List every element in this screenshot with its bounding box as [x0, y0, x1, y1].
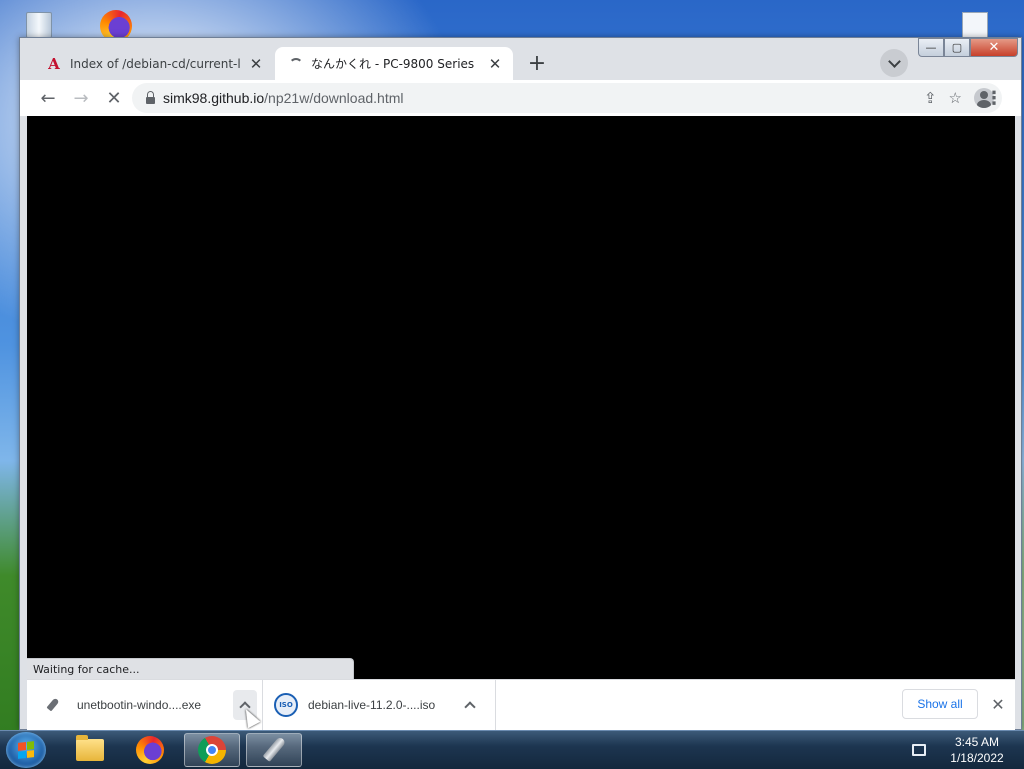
unetbootin-rocket-icon [45, 697, 61, 713]
iso-disc-icon: ISO [274, 693, 298, 717]
taskbar-chrome[interactable] [184, 733, 240, 767]
windows-logo-icon [18, 741, 34, 759]
back-button[interactable]: ← [34, 84, 62, 112]
url-host: simk98.github.io [163, 90, 265, 106]
tab-title: Index of /debian-cd/current-live [70, 56, 240, 71]
taskbar-file-explorer[interactable] [62, 733, 118, 767]
show-all-downloads-button[interactable]: Show all [902, 689, 978, 719]
new-tab-button[interactable]: + [523, 49, 551, 77]
tab-close-icon[interactable]: ✕ [248, 55, 264, 73]
download-options-button[interactable] [458, 690, 482, 720]
status-bubble: Waiting for cache... [27, 658, 354, 679]
tab-debian-index[interactable]: A Index of /debian-cd/current-live ✕ [34, 47, 274, 80]
lock-icon[interactable] [146, 90, 155, 104]
minimize-button[interactable]: — [918, 38, 944, 57]
debian-icon: A [48, 54, 60, 73]
address-bar[interactable]: simk98.github.io/np21w/download.html ⇪ ☆ [132, 83, 1002, 113]
clock-date: 1/18/2022 [950, 751, 1004, 765]
tab-search-button[interactable] [880, 49, 908, 77]
system-tray: 3:45 AM 1/18/2022 [912, 731, 1012, 769]
chevron-up-icon [464, 701, 476, 713]
clock-time: 3:45 AM [954, 735, 1000, 749]
url-text: simk98.github.io/np21w/download.html [163, 90, 403, 106]
unetbootin-icon [260, 736, 288, 764]
chrome-icon [198, 736, 226, 764]
menu-kebab-icon[interactable]: ⋮ [980, 84, 1008, 112]
taskbar: 3:45 AM 1/18/2022 [0, 730, 1024, 769]
taskbar-unetbootin[interactable] [246, 733, 302, 767]
close-download-shelf-icon[interactable]: ✕ [987, 693, 1009, 715]
download-filename: debian-live-11.2.0-....iso [308, 698, 436, 712]
window-close-button[interactable]: ✕ [970, 38, 1018, 57]
download-filename: unetbootin-windo....exe [77, 698, 202, 712]
url-path: /np21w/download.html [264, 90, 404, 106]
tab-strip: A Index of /debian-cd/current-live ✕ なんか… [20, 38, 1021, 80]
firefox-icon [136, 736, 164, 764]
download-item[interactable]: unetbootin-windo....exe [27, 680, 263, 730]
bookmark-star-icon[interactable]: ☆ [949, 89, 962, 107]
tab-close-icon[interactable]: ✕ [487, 55, 503, 73]
tab-title: なんかくれ - PC-9800 Series Emula [311, 57, 479, 71]
stop-loading-button[interactable]: ✕ [100, 84, 128, 112]
network-icon[interactable] [912, 744, 926, 756]
forward-button[interactable]: → [67, 84, 95, 112]
window-caption-buttons: — ▢ ✕ [918, 38, 1018, 58]
download-shelf: unetbootin-windo....exe ISO debian-live-… [27, 679, 1015, 730]
tab-pc9800-emulator[interactable]: なんかくれ - PC-9800 Series Emula ✕ [275, 47, 513, 80]
file-explorer-icon [76, 735, 104, 761]
share-icon[interactable]: ⇪ [924, 89, 937, 107]
taskbar-firefox[interactable] [122, 733, 178, 767]
loading-icon [287, 56, 303, 72]
clock[interactable]: 3:45 AM 1/18/2022 [942, 734, 1012, 766]
chrome-window: A Index of /debian-cd/current-live ✕ なんか… [19, 37, 1022, 730]
maximize-button[interactable]: ▢ [944, 38, 970, 57]
browser-toolbar: ← → ✕ simk98.github.io/np21w/download.ht… [20, 80, 1021, 116]
start-button[interactable] [6, 732, 46, 768]
download-item[interactable]: ISO debian-live-11.2.0-....iso [264, 680, 496, 730]
page-content[interactable] [27, 116, 1015, 679]
recycle-bin-icon[interactable] [20, 6, 56, 40]
chevron-down-icon [887, 55, 901, 68]
